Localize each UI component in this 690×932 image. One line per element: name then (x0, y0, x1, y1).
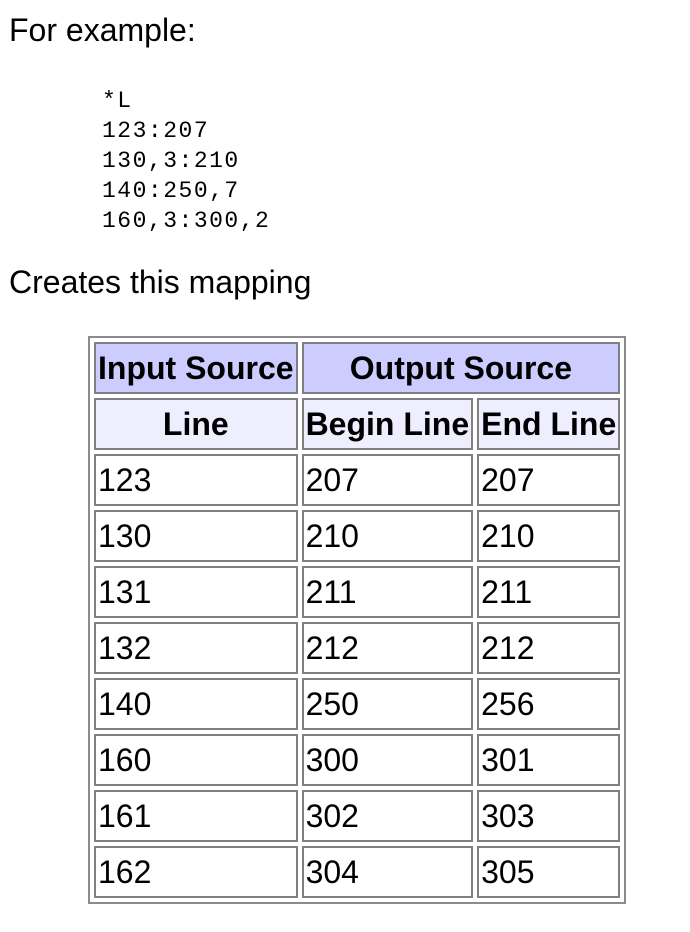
input-line-cell: 123 (94, 454, 298, 506)
line-mapping-table: Input Source Output Source Line Begin Li… (88, 336, 627, 904)
begin-line-cell: 302 (301, 790, 474, 842)
table-row: 140 250 256 (94, 678, 621, 730)
table-row: 131 211 211 (94, 566, 621, 618)
table-row: 123 207 207 (94, 454, 621, 506)
begin-line-cell: 212 (301, 622, 474, 674)
end-line-cell: 212 (477, 622, 621, 674)
begin-line-cell: 207 (301, 454, 474, 506)
input-line-cell: 160 (94, 734, 298, 786)
table-row: 160 300 301 (94, 734, 621, 786)
subheader-line: Line (94, 398, 298, 450)
end-line-cell: 305 (477, 846, 621, 898)
end-line-cell: 211 (477, 566, 621, 618)
begin-line-cell: 300 (301, 734, 474, 786)
end-line-cell: 301 (477, 734, 621, 786)
end-line-cell: 303 (477, 790, 621, 842)
header-output-source: Output Source (301, 342, 621, 394)
input-line-cell: 140 (94, 678, 298, 730)
input-line-cell: 162 (94, 846, 298, 898)
begin-line-cell: 304 (301, 846, 474, 898)
code-example: *L 123:207 130,3:210 140:250,7 160,3:300,2 (102, 86, 270, 236)
header-input-source: Input Source (94, 342, 298, 394)
begin-line-cell: 250 (301, 678, 474, 730)
table-subheader-row: Line Begin Line End Line (94, 398, 621, 450)
intro-text: For example: (9, 12, 196, 48)
table-row: 161 302 303 (94, 790, 621, 842)
begin-line-cell: 210 (301, 510, 474, 562)
mapping-caption: Creates this mapping (9, 264, 312, 300)
code-line: *L (102, 88, 133, 114)
end-line-cell: 207 (477, 454, 621, 506)
code-line: 160,3:300,2 (102, 208, 271, 234)
table-row: 130 210 210 (94, 510, 621, 562)
begin-line-cell: 211 (301, 566, 474, 618)
input-line-cell: 161 (94, 790, 298, 842)
subheader-end-line: End Line (477, 398, 621, 450)
input-line-cell: 130 (94, 510, 298, 562)
code-line: 130,3:210 (102, 148, 240, 174)
input-line-cell: 132 (94, 622, 298, 674)
end-line-cell: 256 (477, 678, 621, 730)
code-line: 123:207 (102, 118, 210, 144)
code-line: 140:250,7 (102, 178, 240, 204)
input-line-cell: 131 (94, 566, 298, 618)
table-row: 132 212 212 (94, 622, 621, 674)
table-header-row: Input Source Output Source (94, 342, 621, 394)
subheader-begin-line: Begin Line (301, 398, 474, 450)
table-row: 162 304 305 (94, 846, 621, 898)
end-line-cell: 210 (477, 510, 621, 562)
